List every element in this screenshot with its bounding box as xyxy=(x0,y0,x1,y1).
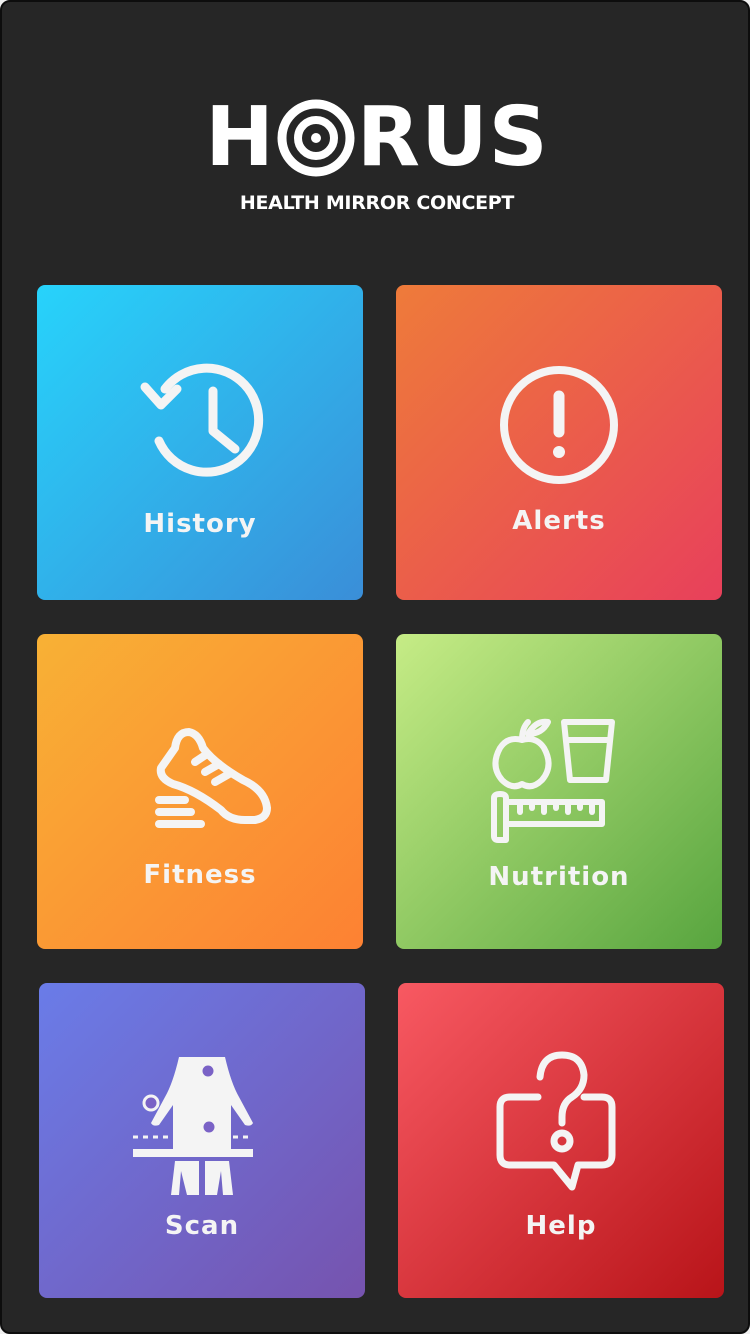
history-clock-icon xyxy=(125,345,275,495)
tile-history-label: History xyxy=(143,509,257,539)
brand-header: H RUS HEALTH MIRROR CONCEPT xyxy=(2,90,748,215)
tile-help-label: Help xyxy=(525,1211,597,1241)
logo-eye-icon xyxy=(277,99,355,177)
logo-text-left: H xyxy=(205,90,275,185)
tile-scan-label: Scan xyxy=(164,1211,240,1241)
help-bubble-icon xyxy=(486,1049,636,1199)
logo-text-right: RUS xyxy=(356,90,549,185)
tile-nutrition-label: Nutrition xyxy=(488,862,630,892)
app-logo: H RUS xyxy=(205,90,549,185)
running-shoe-icon xyxy=(125,706,275,856)
tile-fitness[interactable]: Fitness xyxy=(37,634,363,949)
tile-scan[interactable]: Scan xyxy=(39,983,365,1298)
tile-history[interactable]: History xyxy=(37,285,363,600)
apple-glass-tape-icon xyxy=(484,712,634,862)
app-screen: H RUS HEALTH MIRROR CONCEPT History Aler… xyxy=(0,0,750,1334)
tile-alerts[interactable]: Alerts xyxy=(396,285,722,600)
tile-help[interactable]: Help xyxy=(398,983,724,1298)
tile-nutrition[interactable]: Nutrition xyxy=(396,634,722,949)
tile-alerts-label: Alerts xyxy=(512,506,606,536)
alert-circle-icon xyxy=(484,350,634,500)
tile-fitness-label: Fitness xyxy=(143,860,257,890)
app-subtitle: HEALTH MIRROR CONCEPT xyxy=(239,192,515,214)
body-scan-icon xyxy=(127,1053,277,1203)
